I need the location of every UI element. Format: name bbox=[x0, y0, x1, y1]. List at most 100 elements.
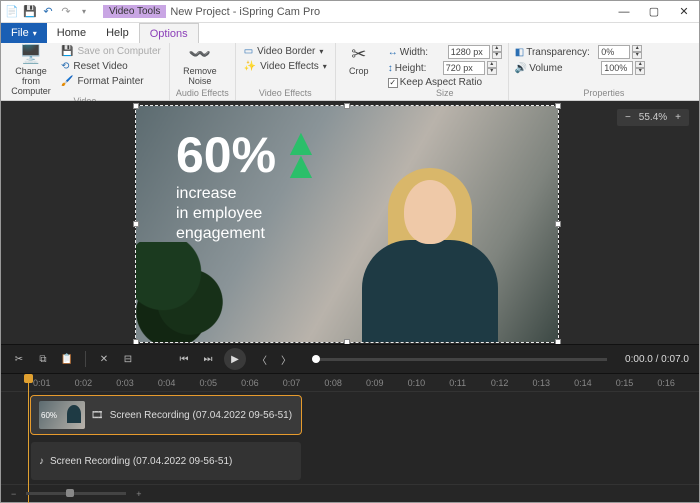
width-icon: ↔ bbox=[388, 47, 398, 58]
tab-help[interactable]: Help bbox=[96, 23, 139, 43]
step-fwd-icon[interactable]: 〉 bbox=[278, 351, 294, 367]
play-button[interactable]: ▶ bbox=[224, 348, 246, 370]
tab-home[interactable]: Home bbox=[47, 23, 96, 43]
zoom-in-icon[interactable]: + bbox=[675, 112, 681, 123]
transparency-icon: ◧ bbox=[515, 47, 524, 58]
transparency-value[interactable]: 0% bbox=[598, 45, 630, 59]
trim-icon[interactable]: ⊟ bbox=[120, 351, 136, 367]
ruler-tick: 0:16 bbox=[657, 378, 699, 388]
resize-handle-w[interactable] bbox=[133, 221, 139, 227]
audio-track[interactable]: ♪ Screen Recording (07.04.2022 09-56-51) bbox=[1, 438, 699, 484]
file-tab-label: File bbox=[11, 27, 29, 39]
group-size: ↔ Width: 1280 px ▴▾ ↕ Height: 720 px ▴▾ … bbox=[382, 43, 509, 100]
seek-thumb[interactable] bbox=[312, 355, 320, 363]
delete-icon[interactable]: ✕ bbox=[96, 351, 112, 367]
reset-icon: ⟲ bbox=[61, 61, 69, 72]
zoom-control[interactable]: − 55.4% + bbox=[617, 109, 689, 126]
keep-aspect-ratio[interactable]: ✓ Keep Aspect Ratio bbox=[388, 77, 502, 88]
seek-bar[interactable] bbox=[312, 358, 607, 361]
width-spinner[interactable]: ▴▾ bbox=[492, 45, 502, 59]
width-field[interactable]: ↔ Width: 1280 px ▴▾ bbox=[388, 45, 502, 59]
edit-tools: ✂ ⧉ 📋 bbox=[11, 351, 75, 367]
monitor-icon: 🖥️ bbox=[20, 45, 42, 65]
video-border-label: Video Border bbox=[257, 46, 315, 57]
video-effects-button[interactable]: ✨Video Effects▾ bbox=[242, 60, 329, 73]
ruler-tick: 0:06 bbox=[241, 378, 283, 388]
overlay-text: 60%▲▲ increase in employee engagement bbox=[176, 130, 320, 244]
ruler-tick: 0:05 bbox=[200, 378, 242, 388]
save-icon: 💾 bbox=[61, 46, 73, 57]
transparency-spinner[interactable]: ▴▾ bbox=[632, 45, 642, 59]
noise-icon: 〰️ bbox=[189, 45, 211, 65]
resize-handle-nw[interactable] bbox=[133, 103, 139, 109]
undo-icon[interactable]: ↶ bbox=[41, 5, 55, 19]
arrow-up-icon: ▲▲ bbox=[282, 132, 320, 178]
brush-icon: 🖌️ bbox=[61, 76, 73, 87]
zoom-out-icon[interactable]: − bbox=[11, 489, 16, 499]
resize-handle-sw[interactable] bbox=[133, 339, 139, 344]
resize-handle-ne[interactable] bbox=[555, 103, 561, 109]
playback-time: 0:00.0 / 0:07.0 bbox=[625, 354, 689, 365]
height-field[interactable]: ↕ Height: 720 px ▴▾ bbox=[388, 61, 502, 75]
video-track[interactable]: 60% 🎞 Screen Recording (07.04.2022 09-56… bbox=[1, 392, 699, 438]
canvas-area[interactable]: − 55.4% + 60%▲▲ increase in employee eng… bbox=[1, 101, 699, 344]
timeline-zoom-slider[interactable] bbox=[26, 492, 126, 495]
contextual-tab-label: Video Tools bbox=[103, 5, 166, 18]
selected-video-clip[interactable]: 60%▲▲ increase in employee engagement bbox=[135, 105, 559, 343]
skip-start-icon[interactable]: ⏮ bbox=[176, 351, 192, 367]
group-video: 🖥️ Change from Computer 💾 Save on Compute… bbox=[1, 43, 170, 100]
height-value[interactable]: 720 px bbox=[443, 61, 485, 75]
maximize-button[interactable]: ▢ bbox=[639, 1, 669, 23]
resize-handle-se[interactable] bbox=[555, 339, 561, 344]
ruler-tick: 0:14 bbox=[574, 378, 616, 388]
volume-field[interactable]: 🔊 Volume 100% ▴▾ bbox=[515, 61, 645, 75]
redo-icon[interactable]: ↷ bbox=[59, 5, 73, 19]
crop-icon: ✂︀ bbox=[351, 45, 366, 65]
transparency-field[interactable]: ◧ Transparency: 0% ▴▾ bbox=[515, 45, 645, 59]
save-on-computer-label: Save on Computer bbox=[77, 46, 160, 57]
file-tab[interactable]: File▾ bbox=[1, 23, 47, 43]
window-controls: — ▢ ✕ bbox=[609, 1, 699, 23]
resize-handle-n[interactable] bbox=[344, 103, 350, 109]
reset-video-button[interactable]: ⟲Reset Video bbox=[59, 60, 163, 73]
overlay-percent: 60% bbox=[176, 130, 276, 180]
skip-end-icon[interactable]: ⏭ bbox=[200, 351, 216, 367]
group-properties: ◧ Transparency: 0% ▴▾ 🔊 Volume 100% ▴▾ P… bbox=[509, 43, 699, 100]
timeline-ruler[interactable]: 0:010:020:030:040:050:060:070:080:090:10… bbox=[1, 374, 699, 392]
change-from-computer-button[interactable]: 🖥️ Change from Computer bbox=[7, 45, 55, 96]
playhead[interactable] bbox=[28, 374, 29, 503]
cut-icon[interactable]: ✂ bbox=[11, 351, 27, 367]
titlebar: 📄 💾 ↶ ↷ ▾ Video Tools New Project - iSpr… bbox=[1, 1, 699, 23]
remove-noise-button[interactable]: 〰️ Remove Noise bbox=[176, 45, 224, 87]
video-border-button[interactable]: ▭Video Border▾ bbox=[242, 45, 329, 58]
save-icon[interactable]: 💾 bbox=[23, 5, 37, 19]
minimize-button[interactable]: — bbox=[609, 1, 639, 23]
checkbox-icon[interactable]: ✓ bbox=[388, 78, 398, 88]
zoom-out-icon[interactable]: − bbox=[625, 112, 631, 123]
width-value[interactable]: 1280 px bbox=[448, 45, 490, 59]
copy-icon[interactable]: ⧉ bbox=[35, 351, 51, 367]
timeline-zoom: − + bbox=[1, 484, 699, 502]
zoom-in-icon[interactable]: + bbox=[136, 489, 141, 499]
resize-handle-s[interactable] bbox=[344, 339, 350, 344]
play-icon: ▶ bbox=[231, 354, 239, 365]
plant-decoration bbox=[136, 242, 226, 342]
video-clip[interactable]: 60% 🎞 Screen Recording (07.04.2022 09-56… bbox=[31, 396, 301, 434]
timeline-zoom-thumb[interactable] bbox=[66, 489, 74, 497]
audio-clip[interactable]: ♪ Screen Recording (07.04.2022 09-56-51) bbox=[31, 442, 301, 480]
step-back-icon[interactable]: 〈 bbox=[254, 351, 270, 367]
tab-options[interactable]: Options bbox=[139, 23, 199, 43]
paste-icon[interactable]: 📋 bbox=[59, 351, 75, 367]
resize-handle-e[interactable] bbox=[555, 221, 561, 227]
volume-value[interactable]: 100% bbox=[601, 61, 633, 75]
qat-dropdown-icon[interactable]: ▾ bbox=[77, 5, 91, 19]
volume-spinner[interactable]: ▴▾ bbox=[635, 61, 645, 75]
format-painter-button[interactable]: 🖌️Format Painter bbox=[59, 75, 163, 88]
ruler-tick: 0:09 bbox=[366, 378, 408, 388]
height-spinner[interactable]: ▴▾ bbox=[487, 61, 497, 75]
save-on-computer-button[interactable]: 💾 Save on Computer bbox=[59, 45, 163, 58]
close-button[interactable]: ✕ bbox=[669, 1, 699, 23]
crop-label: Crop bbox=[349, 67, 369, 77]
crop-button[interactable]: ✂︀ Crop bbox=[342, 45, 376, 77]
quick-access-toolbar: 📄 💾 ↶ ↷ ▾ bbox=[1, 5, 95, 19]
